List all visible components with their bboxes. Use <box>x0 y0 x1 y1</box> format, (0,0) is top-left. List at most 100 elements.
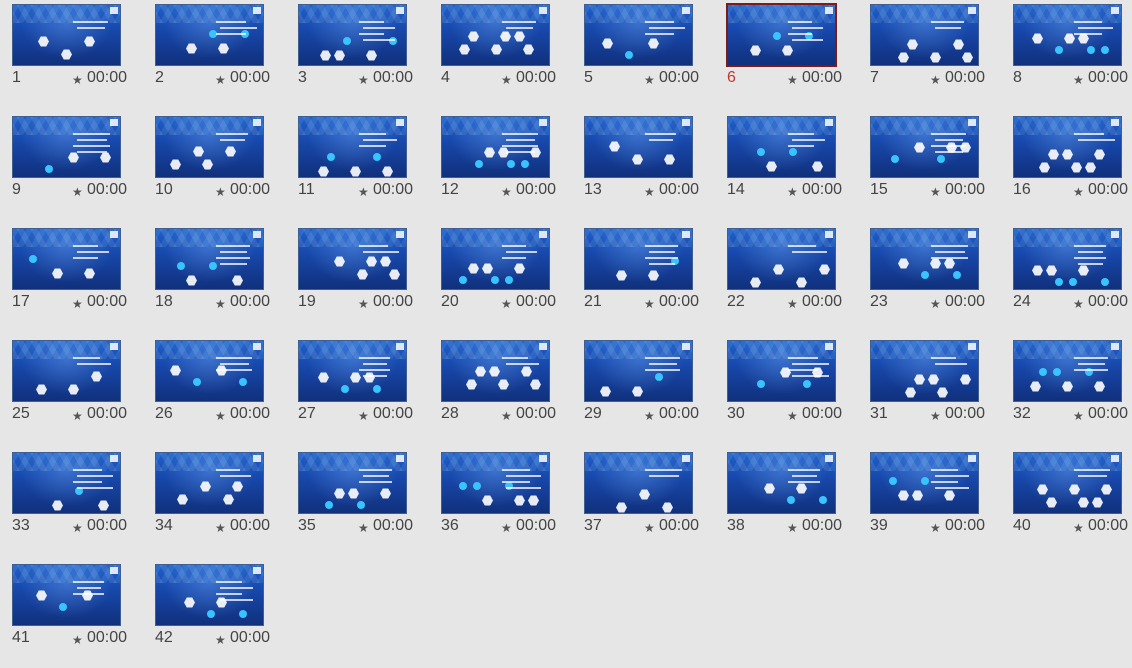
star-icon[interactable]: ★ <box>215 521 226 535</box>
star-icon[interactable]: ★ <box>501 297 512 311</box>
star-icon[interactable]: ★ <box>358 73 369 87</box>
slide-thumbnail-4[interactable]: 4 ★ 00:00 <box>441 4 571 108</box>
slide-thumbnail-14[interactable]: 14 ★ 00:00 <box>727 116 857 220</box>
slide-preview[interactable] <box>584 4 693 66</box>
slide-preview[interactable] <box>1013 340 1122 402</box>
slide-preview[interactable] <box>584 452 693 514</box>
slide-thumbnail-5[interactable]: 5 ★ 00:00 <box>584 4 714 108</box>
star-icon[interactable]: ★ <box>1073 73 1084 87</box>
star-icon[interactable]: ★ <box>501 185 512 199</box>
star-icon[interactable]: ★ <box>72 297 83 311</box>
star-icon[interactable]: ★ <box>72 73 83 87</box>
star-icon[interactable]: ★ <box>787 409 798 423</box>
star-icon[interactable]: ★ <box>501 409 512 423</box>
star-icon[interactable]: ★ <box>215 73 226 87</box>
slide-thumbnail-34[interactable]: 34 ★ 00:00 <box>155 452 285 556</box>
slide-thumbnail-13[interactable]: 13 ★ 00:00 <box>584 116 714 220</box>
slide-preview[interactable] <box>1013 4 1122 66</box>
star-icon[interactable]: ★ <box>644 73 655 87</box>
star-icon[interactable]: ★ <box>72 185 83 199</box>
slide-thumbnail-32[interactable]: 32 ★ 00:00 <box>1013 340 1132 444</box>
star-icon[interactable]: ★ <box>930 409 941 423</box>
slide-preview[interactable] <box>727 116 836 178</box>
slide-thumbnail-28[interactable]: 28 ★ 00:00 <box>441 340 571 444</box>
slide-preview[interactable] <box>155 452 264 514</box>
star-icon[interactable]: ★ <box>930 73 941 87</box>
slide-preview[interactable] <box>155 228 264 290</box>
slide-thumbnail-38[interactable]: 38 ★ 00:00 <box>727 452 857 556</box>
slide-thumbnail-9[interactable]: 9 ★ 00:00 <box>12 116 142 220</box>
slide-thumbnail-18[interactable]: 18 ★ 00:00 <box>155 228 285 332</box>
slide-thumbnail-22[interactable]: 22 ★ 00:00 <box>727 228 857 332</box>
star-icon[interactable]: ★ <box>1073 521 1084 535</box>
star-icon[interactable]: ★ <box>1073 297 1084 311</box>
slide-thumbnail-15[interactable]: 15 ★ 00:00 <box>870 116 1000 220</box>
slide-preview[interactable] <box>1013 228 1122 290</box>
slide-thumbnail-37[interactable]: 37 ★ 00:00 <box>584 452 714 556</box>
slide-thumbnail-3[interactable]: 3 ★ 00:00 <box>298 4 428 108</box>
slide-preview[interactable] <box>584 228 693 290</box>
slide-thumbnail-1[interactable]: 1 ★ 00:00 <box>12 4 142 108</box>
slide-preview[interactable] <box>870 116 979 178</box>
slide-thumbnail-11[interactable]: 11 ★ 00:00 <box>298 116 428 220</box>
star-icon[interactable]: ★ <box>644 297 655 311</box>
slide-thumbnail-10[interactable]: 10 ★ 00:00 <box>155 116 285 220</box>
slide-thumbnail-31[interactable]: 31 ★ 00:00 <box>870 340 1000 444</box>
slide-thumbnail-27[interactable]: 27 ★ 00:00 <box>298 340 428 444</box>
star-icon[interactable]: ★ <box>501 521 512 535</box>
star-icon[interactable]: ★ <box>358 297 369 311</box>
slide-thumbnail-42[interactable]: 42 ★ 00:00 <box>155 564 285 668</box>
slide-thumbnail-19[interactable]: 19 ★ 00:00 <box>298 228 428 332</box>
slide-preview[interactable] <box>298 340 407 402</box>
slide-preview[interactable] <box>298 228 407 290</box>
slide-preview[interactable] <box>584 340 693 402</box>
slide-thumbnail-25[interactable]: 25 ★ 00:00 <box>12 340 142 444</box>
slide-preview[interactable] <box>155 116 264 178</box>
slide-thumbnail-35[interactable]: 35 ★ 00:00 <box>298 452 428 556</box>
slide-preview[interactable] <box>584 116 693 178</box>
slide-thumbnail-16[interactable]: 16 ★ 00:00 <box>1013 116 1132 220</box>
star-icon[interactable]: ★ <box>787 297 798 311</box>
star-icon[interactable]: ★ <box>72 633 83 647</box>
slide-thumbnail-20[interactable]: 20 ★ 00:00 <box>441 228 571 332</box>
slide-preview[interactable] <box>12 116 121 178</box>
star-icon[interactable]: ★ <box>358 521 369 535</box>
slide-preview[interactable] <box>12 228 121 290</box>
slide-thumbnail-29[interactable]: 29 ★ 00:00 <box>584 340 714 444</box>
slide-thumbnail-17[interactable]: 17 ★ 00:00 <box>12 228 142 332</box>
star-icon[interactable]: ★ <box>215 185 226 199</box>
star-icon[interactable]: ★ <box>787 185 798 199</box>
star-icon[interactable]: ★ <box>215 409 226 423</box>
slide-thumbnail-39[interactable]: 39 ★ 00:00 <box>870 452 1000 556</box>
star-icon[interactable]: ★ <box>930 521 941 535</box>
slide-preview[interactable] <box>870 4 979 66</box>
slide-preview[interactable] <box>441 452 550 514</box>
slide-preview[interactable] <box>12 4 121 66</box>
slide-preview[interactable] <box>298 452 407 514</box>
slide-preview[interactable] <box>298 116 407 178</box>
slide-preview[interactable] <box>1013 452 1122 514</box>
slide-preview[interactable] <box>441 116 550 178</box>
slide-preview[interactable] <box>441 340 550 402</box>
slide-thumbnail-12[interactable]: 12 ★ 00:00 <box>441 116 571 220</box>
slide-preview[interactable] <box>727 452 836 514</box>
slide-thumbnail-6[interactable]: 6 ★ 00:00 <box>726 3 857 108</box>
star-icon[interactable]: ★ <box>1073 409 1084 423</box>
slide-preview[interactable] <box>441 4 550 66</box>
slide-thumbnail-26[interactable]: 26 ★ 00:00 <box>155 340 285 444</box>
slide-thumbnail-21[interactable]: 21 ★ 00:00 <box>584 228 714 332</box>
slide-preview[interactable] <box>727 228 836 290</box>
slide-preview[interactable] <box>298 4 407 66</box>
star-icon[interactable]: ★ <box>501 73 512 87</box>
star-icon[interactable]: ★ <box>644 521 655 535</box>
slide-thumbnail-30[interactable]: 30 ★ 00:00 <box>727 340 857 444</box>
slide-thumbnail-40[interactable]: 40 ★ 00:00 <box>1013 452 1132 556</box>
star-icon[interactable]: ★ <box>644 409 655 423</box>
slide-thumbnail-36[interactable]: 36 ★ 00:00 <box>441 452 571 556</box>
star-icon[interactable]: ★ <box>72 409 83 423</box>
star-icon[interactable]: ★ <box>358 185 369 199</box>
slide-preview[interactable] <box>727 340 836 402</box>
slide-preview[interactable] <box>12 452 121 514</box>
slide-thumbnail-7[interactable]: 7 ★ 00:00 <box>870 4 1000 108</box>
star-icon[interactable]: ★ <box>358 409 369 423</box>
